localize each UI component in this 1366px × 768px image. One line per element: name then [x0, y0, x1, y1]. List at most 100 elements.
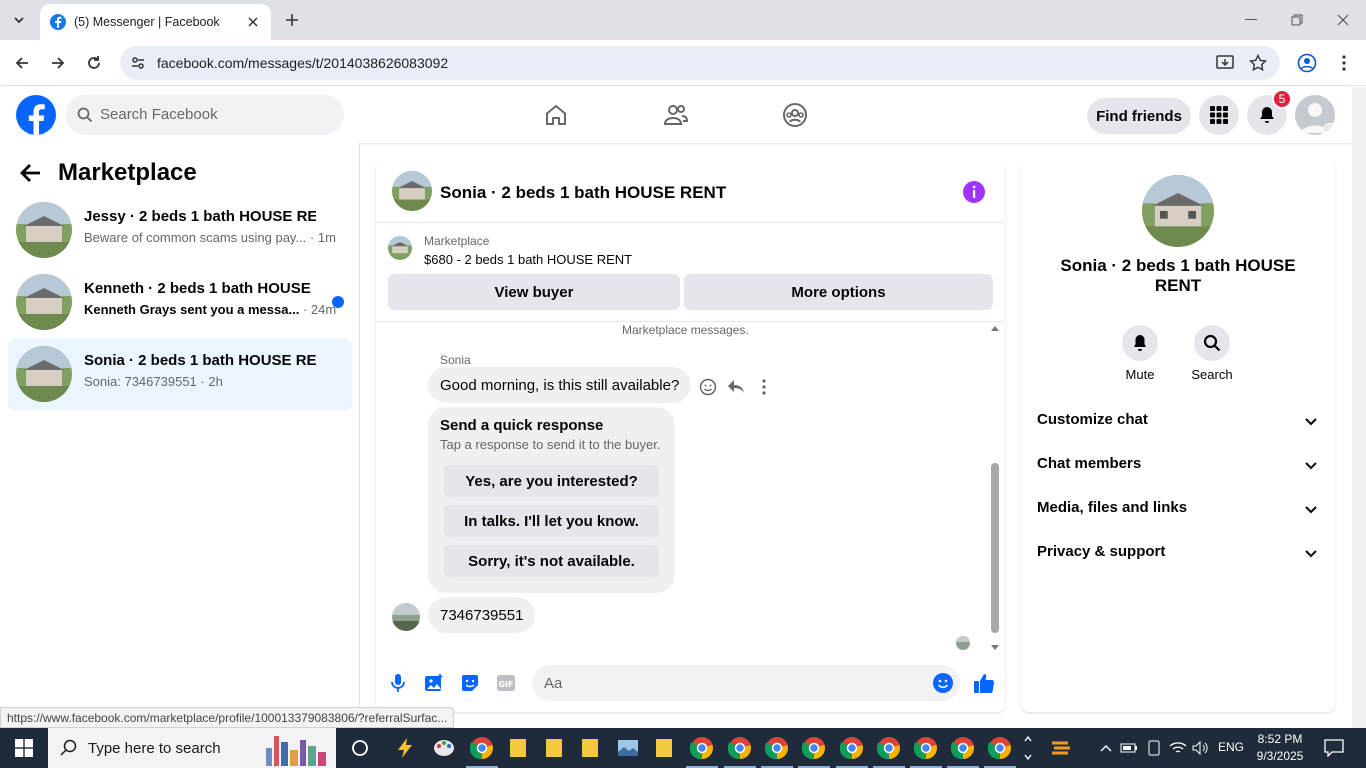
chrome-profile-icon[interactable] [724, 736, 756, 768]
close-window-button[interactable] [1320, 0, 1366, 40]
new-tab-button[interactable] [282, 10, 302, 30]
listing-price-title[interactable]: $680 - 2 beds 1 bath HOUSE RENT [424, 252, 632, 267]
message-bubble[interactable]: Good morning, is this still available? [428, 367, 692, 403]
volume-icon[interactable] [1191, 738, 1211, 758]
quick-reply-button[interactable]: In talks. I'll let you know. [444, 505, 659, 537]
microphone-icon[interactable] [386, 671, 410, 695]
restore-button[interactable] [1274, 0, 1320, 40]
search-in-chat-button[interactable]: Search [1182, 325, 1242, 382]
quick-reply-button[interactable]: Sorry, it's not available. [444, 545, 659, 577]
section-chat-members[interactable]: Chat members [1029, 443, 1327, 487]
bookmark-star-icon[interactable] [1249, 54, 1267, 72]
reply-icon[interactable] [726, 377, 746, 397]
site-settings-icon[interactable] [128, 53, 148, 73]
image-viewer-icon[interactable] [616, 736, 640, 760]
view-buyer-button[interactable]: View buyer [388, 274, 680, 310]
sender-name: Sonia [440, 353, 471, 367]
taskbar-scroll-arrows[interactable] [1018, 730, 1038, 766]
clock[interactable]: 8:52 PM 9/3/2025 [1248, 731, 1312, 765]
conversation-kenneth[interactable]: Kenneth · 2 beds 1 bath HOUSE ... Kennet… [8, 266, 352, 338]
section-customize-chat[interactable]: Customize chat [1029, 399, 1327, 443]
chrome-profile-icon[interactable] [910, 736, 942, 768]
details-title: Sonia · 2 beds 1 bath HOUSE RENT [1060, 256, 1296, 295]
profile-icon[interactable] [1295, 51, 1319, 75]
chrome-profile-icon[interactable] [686, 736, 718, 768]
chat-title[interactable]: Sonia · 2 beds 1 bath HOUSE RENT [440, 183, 726, 203]
gif-icon[interactable]: GIF [494, 671, 518, 695]
notification-center-icon[interactable] [1323, 737, 1345, 759]
account-caret-icon[interactable] [1323, 123, 1335, 135]
section-privacy-support[interactable]: Privacy & support [1029, 531, 1327, 575]
task-view-icon[interactable] [348, 736, 372, 760]
chrome-profile-icon[interactable] [798, 736, 830, 768]
taskbar-search-box[interactable]: Type here to search [48, 728, 336, 768]
quick-reply-button[interactable]: Yes, are you interested? [444, 465, 659, 497]
reload-button[interactable] [82, 51, 106, 75]
more-actions-icon[interactable] [754, 377, 774, 397]
winamp-app-icon[interactable] [393, 736, 417, 760]
sticker-icon[interactable] [458, 671, 482, 695]
folder-icon[interactable] [542, 736, 566, 760]
start-button[interactable] [0, 728, 48, 768]
folder-icon[interactable] [578, 736, 602, 760]
chevron-down-icon [1303, 457, 1319, 473]
wifi-icon[interactable] [1168, 738, 1188, 758]
message-list: Marketplace messages. Sonia Good morning… [376, 323, 1005, 653]
like-thumb-icon[interactable] [972, 671, 996, 695]
menu-grid-icon[interactable] [1199, 95, 1239, 135]
browser-tab[interactable]: (5) Messenger | Facebook [40, 4, 271, 40]
tab-search-button[interactable] [6, 8, 32, 32]
browser-menu-icon[interactable] [1332, 51, 1356, 75]
chrome-profile-icon[interactable] [761, 736, 793, 768]
close-tab-icon[interactable] [245, 14, 261, 30]
back-arrow-icon[interactable] [20, 163, 42, 183]
forward-button[interactable] [46, 51, 70, 75]
info-icon[interactable] [963, 181, 985, 203]
sender-avatar[interactable] [392, 603, 420, 631]
bell-icon [1122, 325, 1158, 361]
paint-app-icon[interactable] [432, 736, 456, 760]
message-input[interactable]: Aa [532, 665, 960, 701]
back-button[interactable] [10, 51, 34, 75]
find-friends-button[interactable]: Find friends [1087, 98, 1191, 134]
language-indicator[interactable]: ENG [1218, 740, 1244, 754]
chat-scrollbar[interactable] [988, 323, 1002, 653]
account-avatar[interactable] [1295, 95, 1335, 135]
chrome-profile-icon[interactable] [984, 736, 1016, 768]
mute-button[interactable]: Mute [1110, 325, 1170, 382]
install-app-icon[interactable] [1216, 54, 1234, 72]
marketplace-header: Marketplace [20, 159, 197, 187]
folder-icon[interactable] [652, 736, 676, 760]
show-hidden-icons-icon[interactable] [1096, 738, 1116, 758]
details-thumbnail[interactable] [1142, 175, 1214, 247]
widgets-icon[interactable] [1048, 734, 1076, 762]
chrome-profile-icon[interactable] [836, 736, 868, 768]
chrome-app-icon[interactable] [466, 736, 498, 768]
message-bubble[interactable]: 7346739551 [428, 597, 536, 633]
facebook-search-input[interactable]: Search Facebook [65, 95, 344, 135]
chrome-profile-icon[interactable] [947, 736, 979, 768]
react-emoji-icon[interactable] [698, 377, 718, 397]
scroll-thumb[interactable] [991, 463, 999, 633]
page-scrollbar[interactable] [1352, 87, 1366, 728]
chrome-profile-icon[interactable] [873, 736, 905, 768]
conversation-name: Sonia · 2 beds 1 bath HOUSE RENT [84, 352, 316, 369]
address-bar[interactable]: facebook.com/messages/t/2014038626083092 [120, 46, 1280, 80]
emoji-icon[interactable] [932, 672, 954, 694]
chat-thumbnail[interactable] [392, 171, 432, 211]
battery-icon[interactable] [1119, 738, 1139, 758]
search-label: Search [1191, 367, 1233, 382]
friends-icon[interactable] [660, 99, 692, 131]
folder-icon[interactable] [506, 736, 530, 760]
groups-icon[interactable] [779, 99, 811, 131]
home-icon[interactable] [540, 99, 572, 131]
more-options-button[interactable]: More options [684, 274, 993, 310]
phone-link-icon[interactable] [1144, 738, 1164, 758]
facebook-logo-icon[interactable] [16, 95, 56, 135]
conversation-jessy[interactable]: Jessy · 2 beds 1 bath HOUSE RENT Beware … [8, 194, 352, 266]
section-media-files-links[interactable]: Media, files and links [1029, 487, 1327, 531]
conversation-sonia[interactable]: Sonia · 2 beds 1 bath HOUSE RENT Sonia: … [8, 338, 352, 410]
photo-icon[interactable] [422, 671, 446, 695]
minimize-button[interactable] [1228, 0, 1274, 40]
conversation-snippet: Sonia: 7346739551 · 2h [84, 374, 223, 389]
